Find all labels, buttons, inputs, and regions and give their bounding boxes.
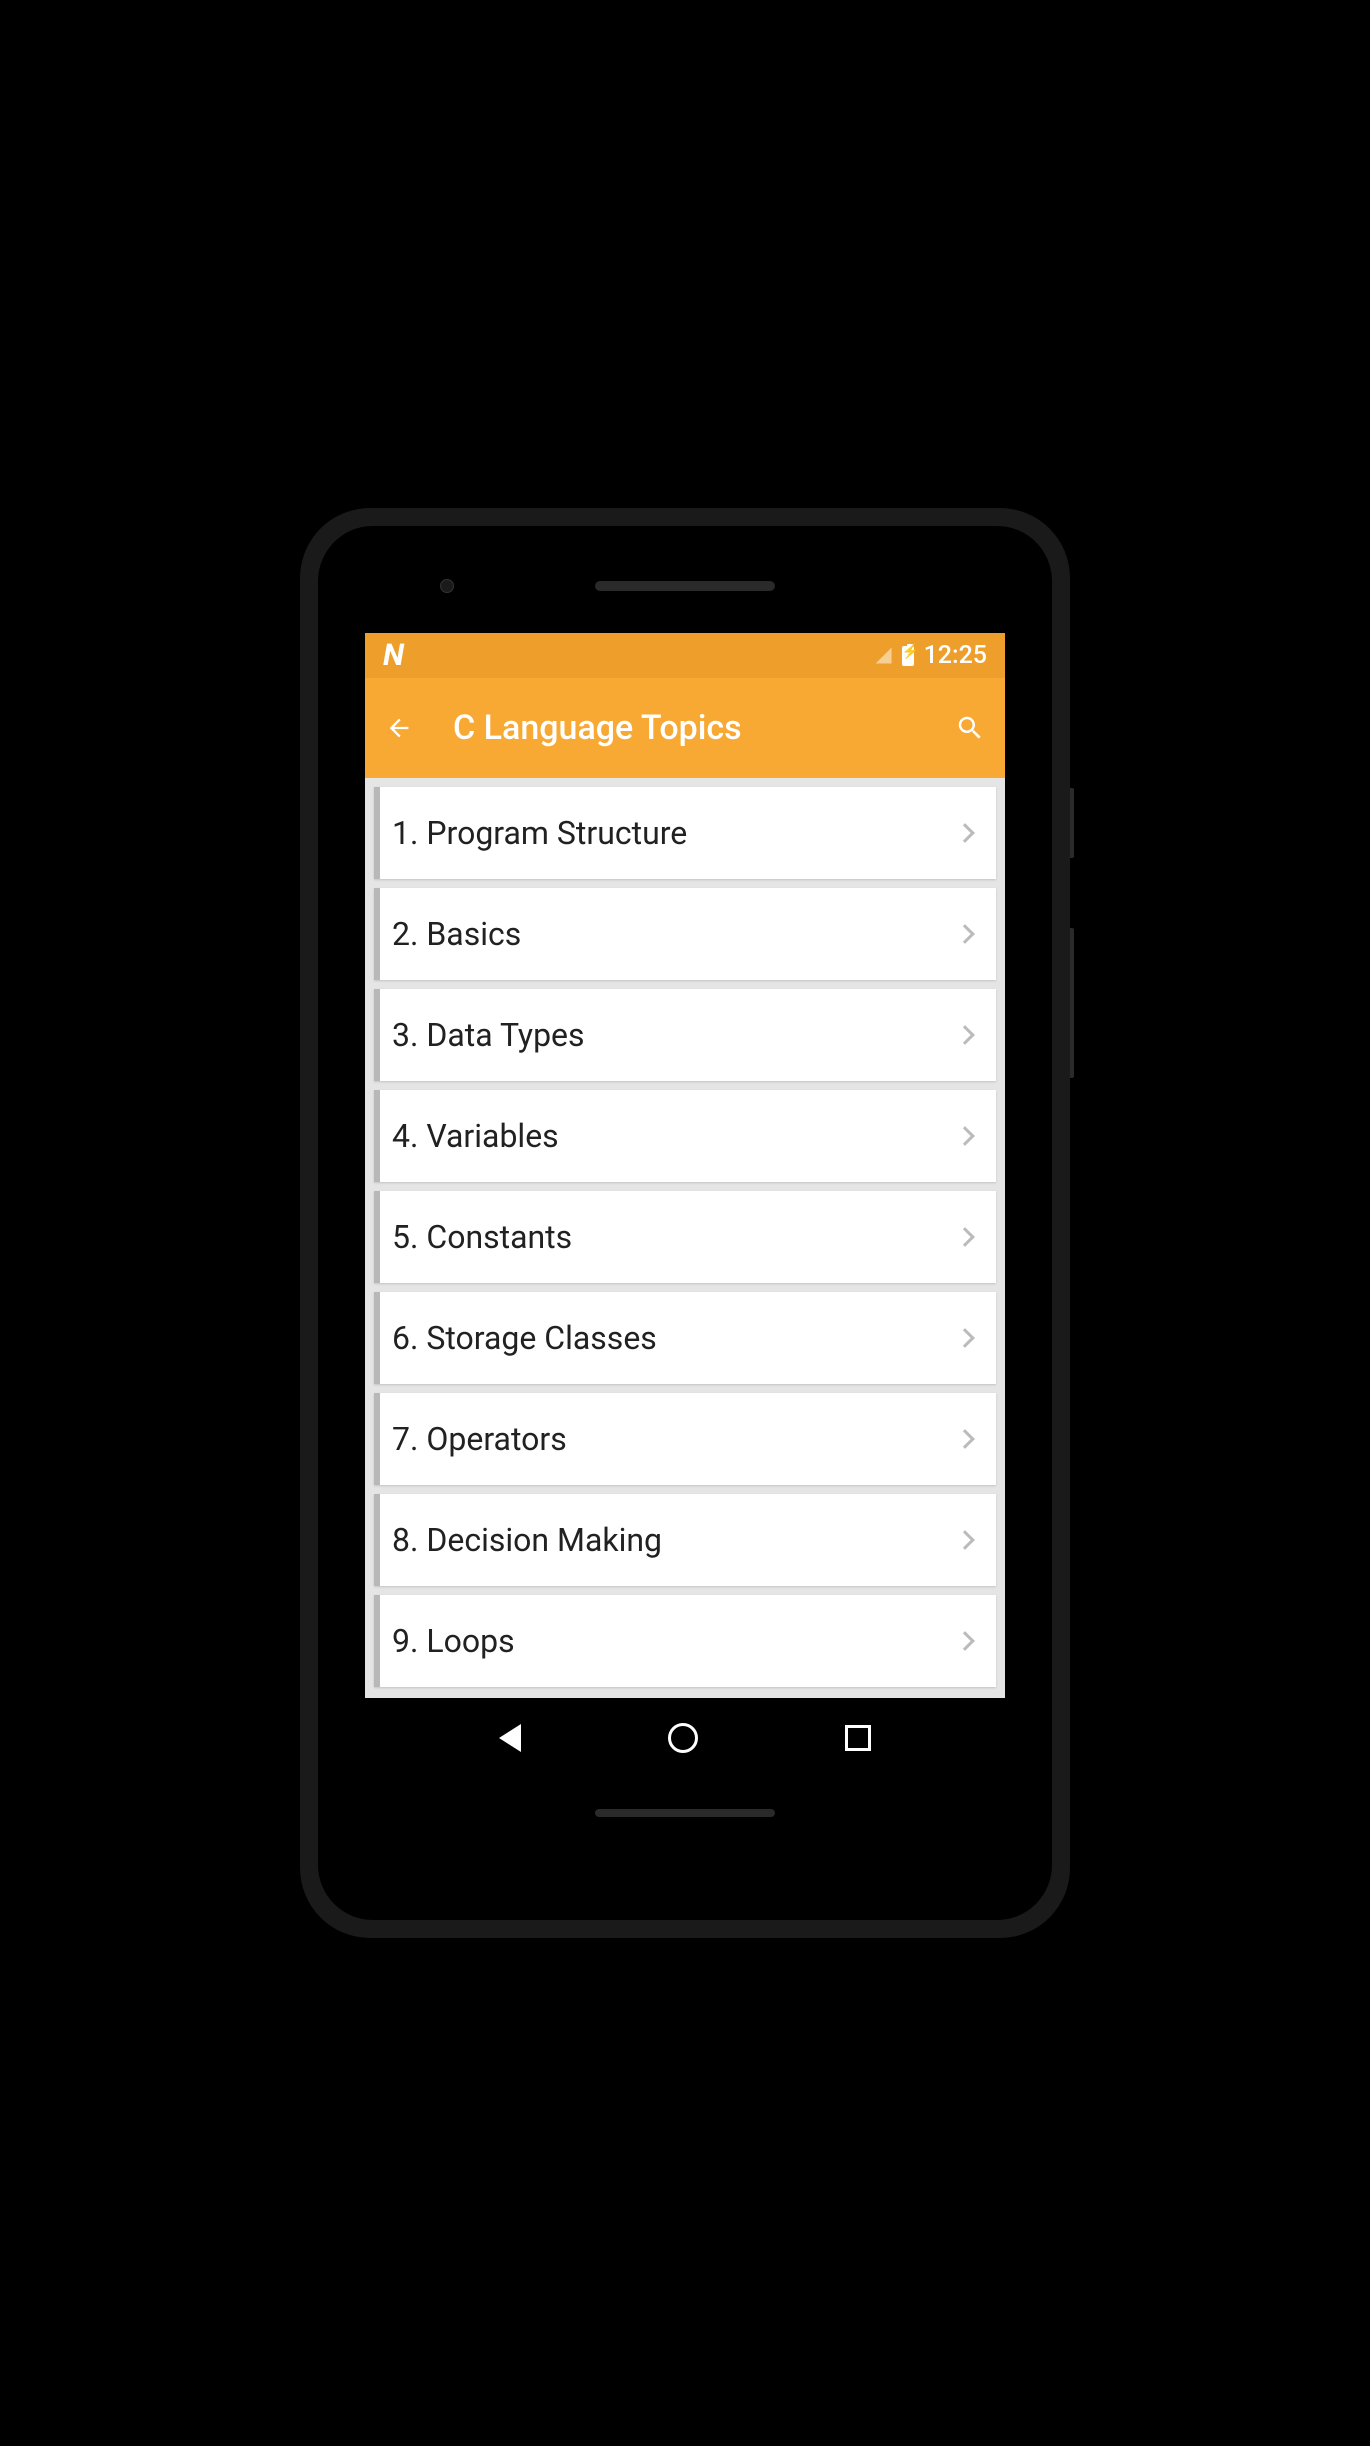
topic-item-variables[interactable]: 4. Variables [374, 1090, 996, 1182]
chevron-right-icon [955, 924, 975, 944]
chevron-right-icon [955, 1328, 975, 1348]
topic-label: 8. Decision Making [392, 1521, 958, 1559]
topic-label: 9. Loops [392, 1622, 958, 1660]
status-bar-right: 12:25 [876, 641, 987, 670]
phone-screen: N 12:25 C Language Topics [365, 633, 1005, 1778]
topic-item-loops[interactable]: 9. Loops [374, 1595, 996, 1687]
topic-item-storage-classes[interactable]: 6. Storage Classes [374, 1292, 996, 1384]
topic-label: 4. Variables [392, 1117, 958, 1155]
status-bar: N 12:25 [365, 633, 1005, 678]
front-camera [440, 579, 454, 593]
page-title: C Language Topics [453, 708, 915, 748]
power-button [1070, 788, 1074, 858]
phone-inner-frame: N 12:25 C Language Topics [318, 526, 1052, 1920]
arrow-back-icon [385, 714, 413, 742]
app-bar: C Language Topics [365, 678, 1005, 778]
topic-label: 2. Basics [392, 915, 958, 953]
topic-item-basics[interactable]: 2. Basics [374, 888, 996, 980]
back-button[interactable] [385, 714, 413, 742]
topic-item-program-structure[interactable]: 1. Program Structure [374, 787, 996, 879]
navigation-bar [365, 1698, 1005, 1778]
volume-button [1070, 928, 1074, 1078]
status-bar-left: N [383, 638, 402, 673]
topic-item-decision-making[interactable]: 8. Decision Making [374, 1494, 996, 1586]
android-n-icon: N [380, 638, 405, 673]
bottom-speaker [595, 1809, 775, 1817]
signal-icon [876, 648, 892, 664]
earpiece-speaker [595, 581, 775, 591]
phone-bottom-bezel [330, 1778, 1040, 1848]
chevron-right-icon [955, 1530, 975, 1550]
battery-charging-icon [902, 646, 914, 666]
nav-home-button[interactable] [668, 1723, 698, 1753]
topics-list: 1. Program Structure 2. Basics 3. Data T… [365, 778, 1005, 1705]
nav-back-button[interactable] [499, 1724, 521, 1752]
topic-label: 1. Program Structure [392, 814, 958, 852]
topic-label: 7. Operators [392, 1420, 958, 1458]
clock-time: 12:25 [924, 641, 987, 670]
phone-device-frame: N 12:25 C Language Topics [300, 508, 1070, 1938]
topic-item-data-types[interactable]: 3. Data Types [374, 989, 996, 1081]
search-button[interactable] [955, 713, 985, 743]
chevron-right-icon [955, 1126, 975, 1146]
topic-item-operators[interactable]: 7. Operators [374, 1393, 996, 1485]
chevron-right-icon [955, 1025, 975, 1045]
topic-label: 3. Data Types [392, 1016, 958, 1054]
topic-item-constants[interactable]: 5. Constants [374, 1191, 996, 1283]
chevron-right-icon [955, 1429, 975, 1449]
search-icon [955, 713, 985, 743]
phone-top-bezel [330, 538, 1040, 633]
chevron-right-icon [955, 1631, 975, 1651]
chevron-right-icon [955, 823, 975, 843]
nav-recents-button[interactable] [845, 1725, 871, 1751]
topic-label: 6. Storage Classes [392, 1319, 958, 1357]
topic-label: 5. Constants [392, 1218, 958, 1256]
chevron-right-icon [955, 1227, 975, 1247]
